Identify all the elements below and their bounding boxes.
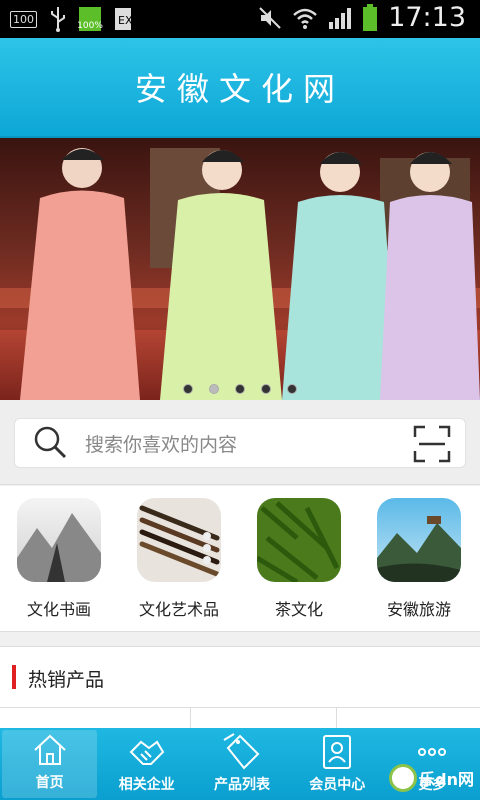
notification-count-icon: 100 xyxy=(10,10,37,28)
tea-leaves-thumb xyxy=(257,498,341,582)
hot-products-header: 热销产品 xyxy=(0,646,480,708)
tab-companies[interactable]: 相关企业 xyxy=(99,728,194,800)
landscape-painting-thumb xyxy=(17,498,101,582)
category-row: 文化书画 文化艺术品 茶文化 安徽旅游 xyxy=(0,486,480,632)
app-header: 安徽文化网 xyxy=(0,38,480,138)
category-label: 茶文化 xyxy=(274,600,323,619)
sale-tag-icon xyxy=(223,733,260,770)
tab-label: 相关企业 xyxy=(118,777,175,793)
battery-small-label: 100% xyxy=(77,21,103,31)
tab-home[interactable]: 首页 xyxy=(2,730,98,798)
section-accent-bar xyxy=(12,665,16,689)
battery-icon xyxy=(363,3,378,31)
scan-icon[interactable] xyxy=(413,425,451,463)
carousel-dots xyxy=(0,384,480,394)
status-bar: 100 100% EX 17:13 xyxy=(0,0,480,38)
brushes-thumb xyxy=(137,498,221,582)
carousel-dot[interactable] xyxy=(235,384,245,394)
page-title: 安徽文化网 xyxy=(134,70,345,108)
document-icon: EX xyxy=(115,8,133,30)
watermark-logo: 乐dn网 xyxy=(389,764,474,792)
usb-icon xyxy=(51,7,65,32)
signal-icon xyxy=(329,7,352,29)
tab-member[interactable]: 会员中心 xyxy=(290,728,385,800)
search-section: 搜索你喜欢的内容 xyxy=(0,400,480,485)
mute-icon xyxy=(259,6,281,29)
bottom-tab-bar: 首页 相关企业 产品列表 会员中心 更多 乐dn网 xyxy=(0,728,480,800)
search-input[interactable]: 搜索你喜欢的内容 xyxy=(14,418,466,468)
category-item-travel[interactable]: 安徽旅游 xyxy=(364,498,474,620)
grid-divider xyxy=(190,708,191,728)
search-icon xyxy=(34,426,67,459)
carousel-dot-active[interactable] xyxy=(209,384,219,394)
category-label: 文化艺术品 xyxy=(138,600,219,619)
tab-label: 首页 xyxy=(35,775,64,791)
category-label: 安徽旅游 xyxy=(386,600,451,619)
wifi-icon xyxy=(293,8,318,29)
category-item-tea[interactable]: 茶文化 xyxy=(244,498,354,620)
tab-products[interactable]: 产品列表 xyxy=(194,728,289,800)
carousel-dot[interactable] xyxy=(261,384,271,394)
member-card-icon xyxy=(323,735,352,769)
tab-label: 产品列表 xyxy=(214,777,270,793)
category-item-painting[interactable]: 文化书画 xyxy=(4,498,114,620)
product-grid-top xyxy=(0,708,480,728)
banner-carousel[interactable] xyxy=(0,138,480,400)
category-label: 文化书画 xyxy=(26,600,91,619)
mountain-pavilion-thumb xyxy=(377,498,461,582)
carousel-dot[interactable] xyxy=(183,384,193,394)
clock: 17:13 xyxy=(388,2,466,33)
svg-text:EX: EX xyxy=(118,14,133,27)
battery-full-icon: 100% xyxy=(77,7,103,31)
carousel-dot[interactable] xyxy=(287,384,297,394)
category-item-art[interactable]: 文化艺术品 xyxy=(124,498,234,620)
tab-label: 会员中心 xyxy=(309,777,366,793)
grid-divider xyxy=(336,708,337,728)
section-title: 热销产品 xyxy=(28,669,105,691)
watermark-text: 乐dn网 xyxy=(419,770,474,789)
home-icon xyxy=(33,734,66,765)
handshake-icon xyxy=(129,740,165,765)
watermark-circle xyxy=(389,764,418,792)
search-placeholder: 搜索你喜欢的内容 xyxy=(85,433,238,456)
opera-performers-illustration xyxy=(0,148,480,400)
